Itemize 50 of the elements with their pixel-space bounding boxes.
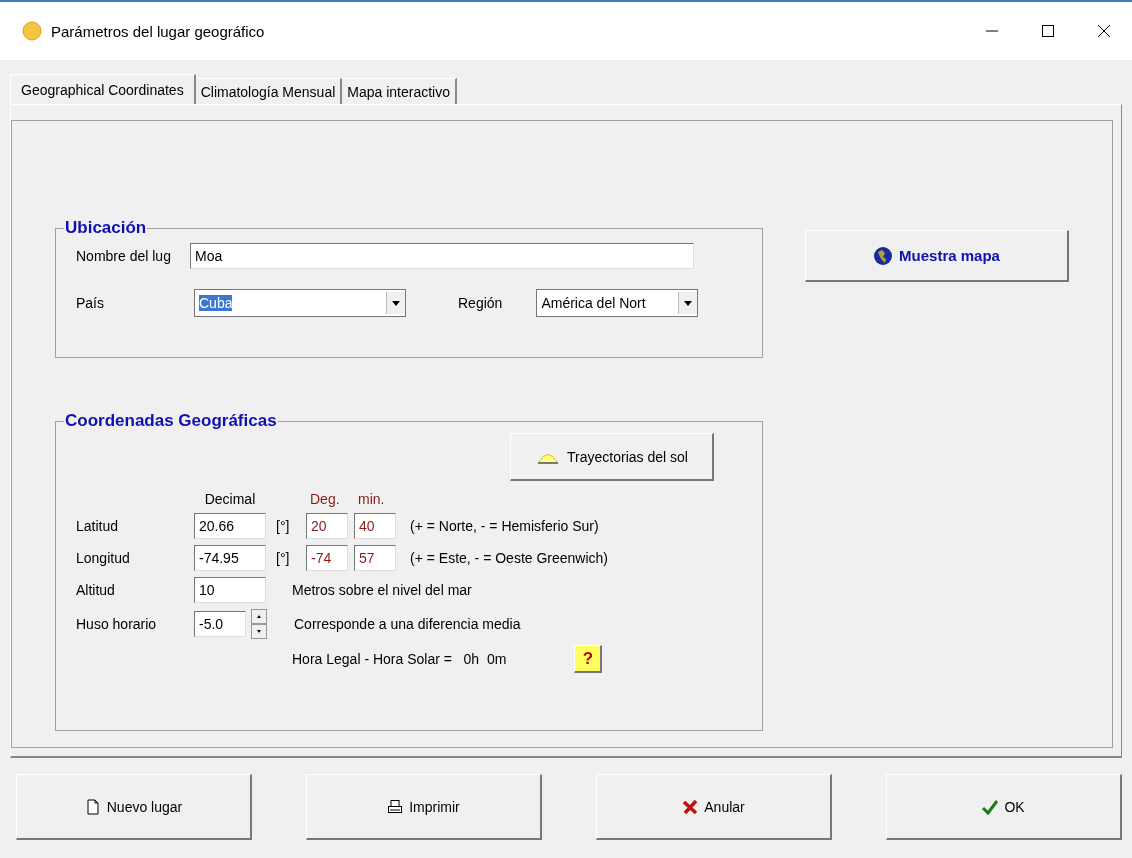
sun-paths-button[interactable]: Trayectorias del sol	[510, 433, 714, 481]
decimal-field[interactable]: 20.66	[194, 513, 266, 539]
action-button[interactable]: OK	[886, 774, 1122, 840]
region-dropdown[interactable]: América del Nort	[536, 289, 699, 317]
help-button[interactable]: ?	[574, 645, 603, 673]
tab[interactable]: Climatología Mensual	[195, 78, 343, 104]
window-title: Parámetros del lugar geográfico	[51, 22, 265, 40]
action-button[interactable]: Imprimir	[306, 774, 542, 840]
hint-text: Corresponde a una diferencia media	[294, 616, 521, 632]
globe-icon	[873, 245, 894, 266]
hint-text: (+ = Este, - = Oeste Greenwich)	[409, 550, 610, 566]
app-icon	[22, 21, 42, 41]
tab[interactable]: Mapa interactivo	[342, 78, 457, 104]
field-label: Huso horario	[76, 616, 158, 632]
tab[interactable]: Geographical Coordinates	[10, 74, 196, 104]
time-difference-text: Hora Legal - Hora Solar = 0h 0m	[292, 651, 507, 667]
column-header: Deg.	[309, 491, 341, 507]
minutes-field[interactable]: 40	[354, 513, 396, 539]
unit-label: [°]	[275, 518, 291, 534]
altitude-field[interactable]: 10	[194, 577, 266, 603]
degrees-field[interactable]: -74	[306, 545, 348, 571]
hint-text: (+ = Norte, - = Hemisferio Sur)	[409, 518, 600, 534]
spinner-icon[interactable]	[250, 609, 268, 639]
field-label: Latitud	[76, 518, 120, 534]
field-label: Altitud	[76, 582, 116, 598]
cross-icon	[682, 798, 699, 815]
field-label: Nombre del lug	[76, 248, 172, 264]
group-title: Ubicación	[64, 218, 148, 238]
checkmark-icon	[982, 798, 999, 815]
field-label: Longitud	[76, 550, 131, 566]
decimal-field[interactable]: -74.95	[194, 545, 266, 571]
maximize-icon[interactable]	[1040, 23, 1056, 39]
show-map-button[interactable]: Muestra mapa	[805, 230, 1069, 282]
action-button[interactable]: Anular	[596, 774, 832, 840]
country-dropdown[interactable]: Cuba	[194, 289, 406, 317]
name-field[interactable]: Moa	[190, 243, 694, 269]
column-header: min.	[357, 491, 386, 507]
degrees-field[interactable]: 20	[306, 513, 348, 539]
minutes-field[interactable]: 57	[354, 545, 396, 571]
timezone-field[interactable]: -5.0	[194, 611, 246, 637]
unit-label: [°]	[275, 550, 291, 566]
document-icon	[84, 798, 101, 815]
close-icon[interactable]	[1096, 23, 1112, 39]
hint-text: Metros sobre el nivel del mar	[292, 582, 472, 598]
action-button[interactable]: Nuevo lugar	[16, 774, 252, 840]
column-header: Decimal	[203, 491, 257, 507]
printer-icon	[387, 798, 404, 815]
group-title: Coordenadas Geográficas	[64, 411, 278, 431]
field-label: Región	[458, 295, 503, 311]
field-label: País	[76, 295, 105, 311]
